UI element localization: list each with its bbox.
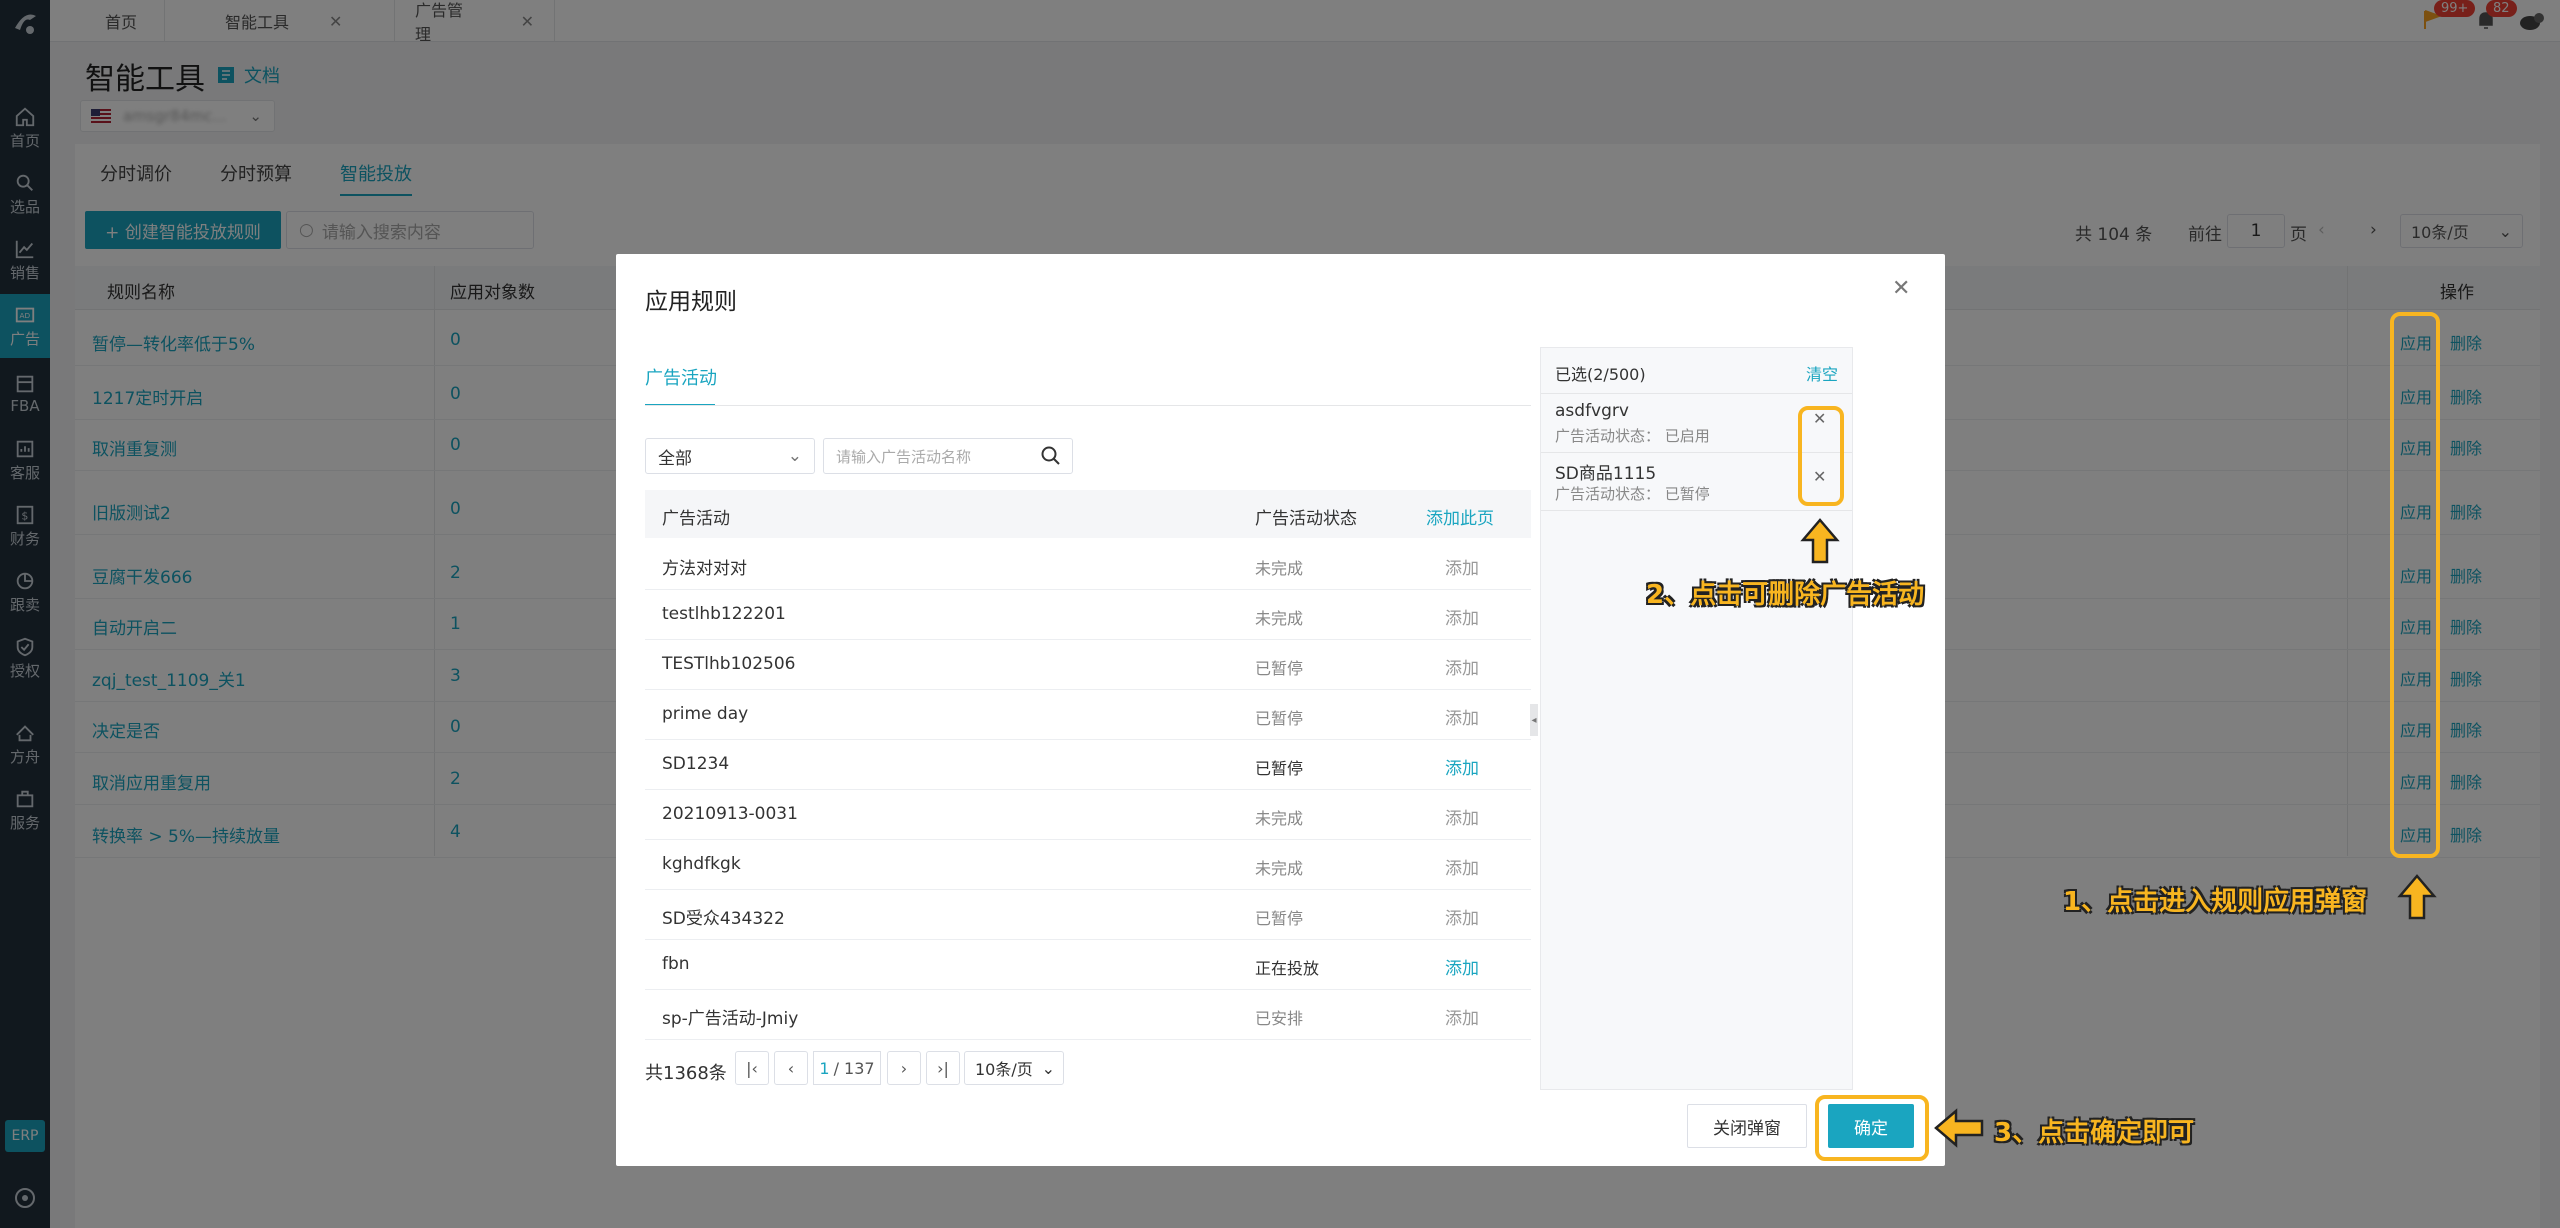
next-page-icon[interactable]: › (887, 1051, 921, 1085)
column-campaign-status: 广告活动状态 (1255, 509, 1357, 529)
selected-count: 已选(2/500) (1555, 365, 1646, 384)
prev-page-icon[interactable]: ‹ (774, 1051, 808, 1085)
campaign-name: SD受众434322 (662, 909, 785, 929)
add-page-button[interactable]: 添加此页 (1426, 504, 1494, 529)
campaign-status: 已暂停 (1255, 659, 1304, 678)
annotation-step2: 2、点击可删除广告活动 (1646, 580, 1925, 610)
current-page[interactable]: 1 (819, 1059, 829, 1078)
column-campaign: 广告活动 (662, 509, 730, 529)
selected-status: 广告活动状态： 已暂停 (1555, 485, 1710, 503)
selected-name: SD商品1115 (1555, 464, 1657, 484)
table-row: 20210913-0031 未完成 添加 (645, 790, 1531, 840)
table-row: sp-广告活动-Jmiy 已安排 添加 (645, 990, 1531, 1040)
table-row: kghdfkgk 未完成 添加 (645, 840, 1531, 890)
campaign-table-header: 广告活动 广告活动状态 添加此页 (645, 490, 1531, 538)
campaign-status: 正在投放 (1255, 959, 1320, 978)
campaign-search-placeholder: 请输入广告活动名称 (836, 447, 972, 466)
table-row: fbn 正在投放 添加 (645, 940, 1531, 990)
close-modal-button[interactable]: 关闭弹窗 (1687, 1104, 1807, 1148)
modal-page-size-select[interactable]: 10条/页 ⌄ (964, 1051, 1064, 1085)
status-select-value: 全部 (658, 448, 692, 469)
add-button[interactable]: 添加 (1445, 704, 1479, 729)
table-row: SD1234 已暂停 添加 (645, 740, 1531, 790)
table-row: 方法对对对 未完成 添加 (645, 540, 1531, 590)
campaign-status: 已暂停 (1255, 909, 1304, 928)
campaign-name: TESTlhb102506 (662, 654, 796, 674)
search-icon[interactable] (1040, 445, 1062, 467)
campaign-name: 方法对对对 (662, 559, 747, 579)
add-button[interactable]: 添加 (1445, 654, 1479, 679)
arrow-left-icon (1933, 1108, 1985, 1152)
highlight-remove-icons (1798, 406, 1844, 506)
table-row: SD受众434322 已暂停 添加 (645, 890, 1531, 940)
campaign-status: 已暂停 (1255, 709, 1304, 728)
tab-campaigns[interactable]: 广告活动 (645, 364, 717, 390)
last-page-icon[interactable]: ›| (926, 1051, 960, 1085)
campaign-name: kghdfkgk (662, 854, 741, 874)
campaign-status: 已暂停 (1255, 759, 1304, 778)
campaign-name: sp-广告活动-Jmiy (662, 1009, 799, 1029)
highlight-apply-column (2390, 312, 2440, 858)
campaign-status-select[interactable]: 全部 ⌄ (645, 438, 815, 474)
campaign-name: fbn (662, 954, 690, 974)
collapse-handle[interactable]: ◂ (1530, 704, 1538, 736)
selected-name: asdfvgrv (1555, 401, 1629, 421)
campaign-search-input[interactable]: 请输入广告活动名称 (823, 438, 1073, 474)
clear-button[interactable]: 清空 (1806, 361, 1838, 385)
add-button[interactable]: 添加 (1445, 554, 1479, 579)
campaign-status: 未完成 (1255, 609, 1304, 628)
add-button[interactable]: 添加 (1445, 954, 1479, 979)
campaign-name: 20210913-0031 (662, 804, 798, 824)
add-button[interactable]: 添加 (1445, 604, 1479, 629)
table-row: TESTlhb102506 已暂停 添加 (645, 640, 1531, 690)
chevron-down-icon: ⌄ (1041, 1058, 1055, 1078)
campaign-status: 已安排 (1255, 1009, 1304, 1028)
add-button[interactable]: 添加 (1445, 854, 1479, 879)
highlight-confirm-button (1815, 1095, 1929, 1161)
annotation-step3: 3、点击确定即可 (1994, 1118, 2195, 1148)
table-row: testlhb122201 未完成 添加 (645, 590, 1531, 640)
chevron-down-icon: ⌄ (787, 446, 802, 466)
campaign-status: 未完成 (1255, 809, 1304, 828)
arrow-up-icon (1800, 517, 1840, 569)
modal-title: 应用规则 (645, 289, 737, 315)
add-button[interactable]: 添加 (1445, 754, 1479, 779)
page-size-value: 10条/页 (975, 1060, 1033, 1079)
campaign-status: 未完成 (1255, 559, 1304, 578)
apply-rule-modal: 应用规则 ✕ 广告活动 全部 ⌄ 请输入广告活动名称 广告活动 广告活动状态 添… (616, 254, 1945, 1166)
arrow-up-icon (2397, 873, 2437, 925)
campaign-name: prime day (662, 704, 749, 724)
campaign-status: 未完成 (1255, 859, 1304, 878)
add-button[interactable]: 添加 (1445, 804, 1479, 829)
first-page-icon[interactable]: |‹ (735, 1051, 769, 1085)
selected-status: 广告活动状态： 已启用 (1555, 427, 1710, 445)
selected-header: 已选(2/500) 清空 (1541, 348, 1852, 394)
divider (645, 405, 1531, 406)
annotation-step1: 1、点击进入规则应用弹窗 (2063, 887, 2368, 917)
page-indicator: 1 / 137 (813, 1051, 881, 1085)
campaign-name: testlhb122201 (662, 604, 786, 624)
add-button[interactable]: 添加 (1445, 1004, 1479, 1029)
table-row: prime day 已暂停 添加 (645, 690, 1531, 740)
total-pages: / 137 (833, 1058, 875, 1078)
close-icon[interactable]: ✕ (1892, 276, 1910, 301)
add-button[interactable]: 添加 (1445, 904, 1479, 929)
campaign-total: 共1368条 (645, 1063, 727, 1084)
campaign-name: SD1234 (662, 754, 730, 774)
